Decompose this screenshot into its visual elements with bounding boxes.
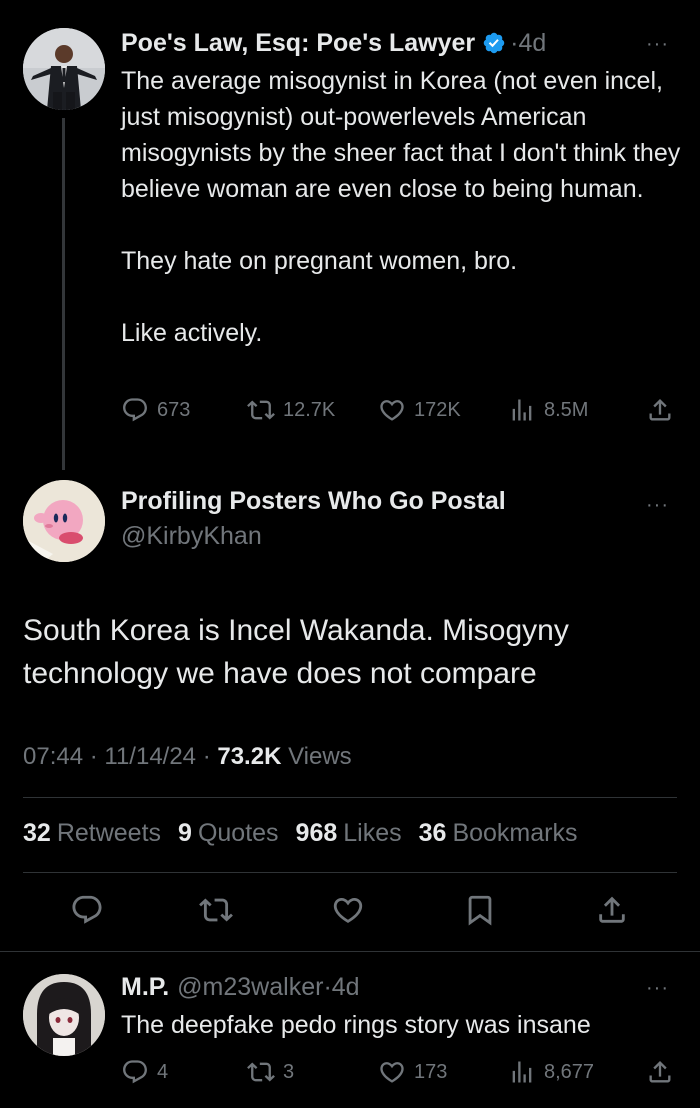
retweet-count: 12.7K: [283, 398, 336, 421]
more-icon[interactable]: ···: [646, 34, 669, 54]
timestamp[interactable]: 4d: [518, 29, 546, 58]
tweet-text: South Korea is Incel Wakanda. Misogyny t…: [23, 614, 569, 690]
verified-badge-icon: [483, 32, 505, 54]
divider: [23, 797, 677, 798]
views-label: Views: [288, 743, 352, 770]
share-button[interactable]: [646, 1058, 674, 1086]
share-button[interactable]: [595, 893, 629, 927]
separator-dot: ·: [83, 743, 105, 770]
separator-dot: ·: [510, 28, 519, 57]
separator-dot: ·: [323, 972, 332, 1001]
reply-count: 4: [157, 1060, 169, 1083]
tweet-paragraph: They hate on pregnant women, bro.: [121, 247, 518, 275]
like-icon: [380, 400, 404, 421]
timestamp[interactable]: 4d: [332, 973, 360, 1002]
reply-button[interactable]: [70, 893, 104, 927]
avatar[interactable]: [23, 28, 105, 110]
reply-button[interactable]: 4: [121, 1058, 168, 1086]
views-button[interactable]: 8,677: [508, 1058, 594, 1086]
likes-stat[interactable]: 968 Likes: [296, 819, 402, 848]
quotes-stat[interactable]: 9 Quotes: [178, 819, 279, 848]
retweet-button[interactable]: 12.7K: [247, 396, 335, 424]
timestamp[interactable]: 07:44: [23, 743, 83, 770]
retweet-button[interactable]: [199, 893, 233, 927]
tweet-text: The deepfake pedo rings story was insane: [121, 1011, 591, 1039]
tweet-actions: 673 12.7K 172K 8.5M: [0, 396, 700, 432]
views-count: 8,677: [544, 1060, 595, 1083]
author-name[interactable]: M.P.: [121, 973, 169, 1002]
share-icon: [599, 896, 625, 923]
reply-icon: [123, 1060, 147, 1084]
tweet-paragraph: The average misogynist in Korea (not eve…: [121, 67, 681, 203]
like-icon: [333, 897, 363, 923]
tweet-metadata: 07:44 · 11/14/24 · 73.2K Views: [23, 743, 352, 771]
tweet-text: The average misogynist in Korea (not eve…: [121, 63, 686, 351]
avatar[interactable]: [23, 480, 105, 562]
stat-count: 9: [178, 819, 192, 847]
share-button[interactable]: [646, 396, 674, 424]
stat-count: 32: [23, 819, 51, 847]
bookmark-button[interactable]: [463, 893, 497, 927]
views-button[interactable]: 8.5M: [508, 396, 588, 424]
date[interactable]: 11/14/24: [104, 743, 196, 770]
retweet-count: 3: [283, 1060, 295, 1083]
stat-label: Bookmarks: [452, 819, 578, 847]
retweet-icon: [247, 1062, 275, 1082]
avatar[interactable]: [23, 974, 105, 1056]
author-name[interactable]: Poe's Law, Esq: Poe's Lawyer: [121, 29, 475, 58]
tweet-header: M.P. @m23walker · 4d: [121, 970, 360, 1004]
like-count: 172K: [414, 398, 461, 421]
author-handle[interactable]: @KirbyKhan: [121, 522, 262, 551]
views-icon: [512, 1061, 532, 1083]
stat-count: 968: [295, 819, 338, 847]
tweet-actions: 4 3 173 8,677: [0, 1058, 700, 1094]
like-button[interactable]: [331, 893, 365, 927]
stat-count: 36: [418, 819, 447, 847]
views-count: 73.2K: [217, 743, 282, 770]
like-button[interactable]: 173: [378, 1058, 447, 1086]
tweet-paragraph: Like actively.: [121, 319, 263, 347]
views-count: 8.5M: [544, 398, 589, 421]
engagement-stats: 32 Retweets 9 Quotes 968 Likes 36 Bookmarks: [23, 819, 595, 848]
divider: [23, 872, 677, 873]
author-handle[interactable]: @m23walker: [177, 973, 323, 1002]
like-count: 173: [414, 1060, 448, 1083]
bookmark-icon: [468, 895, 492, 926]
share-icon: [649, 1061, 671, 1083]
stat-label: Quotes: [197, 819, 279, 847]
reply-icon: [123, 398, 147, 422]
reply-button[interactable]: 673: [121, 396, 190, 424]
bookmarks-stat[interactable]: 36 Bookmarks: [419, 819, 578, 848]
views-icon: [512, 399, 532, 421]
retweet-button[interactable]: 3: [247, 1058, 294, 1086]
stat-label: Likes: [343, 819, 402, 847]
more-icon[interactable]: ···: [646, 495, 669, 515]
divider: [0, 951, 700, 952]
retweets-stat[interactable]: 32 Retweets: [23, 819, 161, 848]
share-icon: [649, 399, 671, 421]
like-icon: [380, 1062, 404, 1083]
separator-dot: ·: [196, 743, 218, 770]
author-name[interactable]: Profiling Posters Who Go Postal: [121, 487, 506, 516]
retweet-icon: [247, 400, 275, 420]
more-icon[interactable]: ···: [646, 978, 669, 998]
retweet-icon: [199, 898, 233, 922]
reply-count: 673: [157, 398, 191, 421]
like-button[interactable]: 172K: [378, 396, 461, 424]
reply-icon: [72, 895, 102, 924]
stat-label: Retweets: [56, 819, 162, 847]
tweet-header: Poe's Law, Esq: Poe's Lawyer · 4d: [121, 26, 546, 60]
